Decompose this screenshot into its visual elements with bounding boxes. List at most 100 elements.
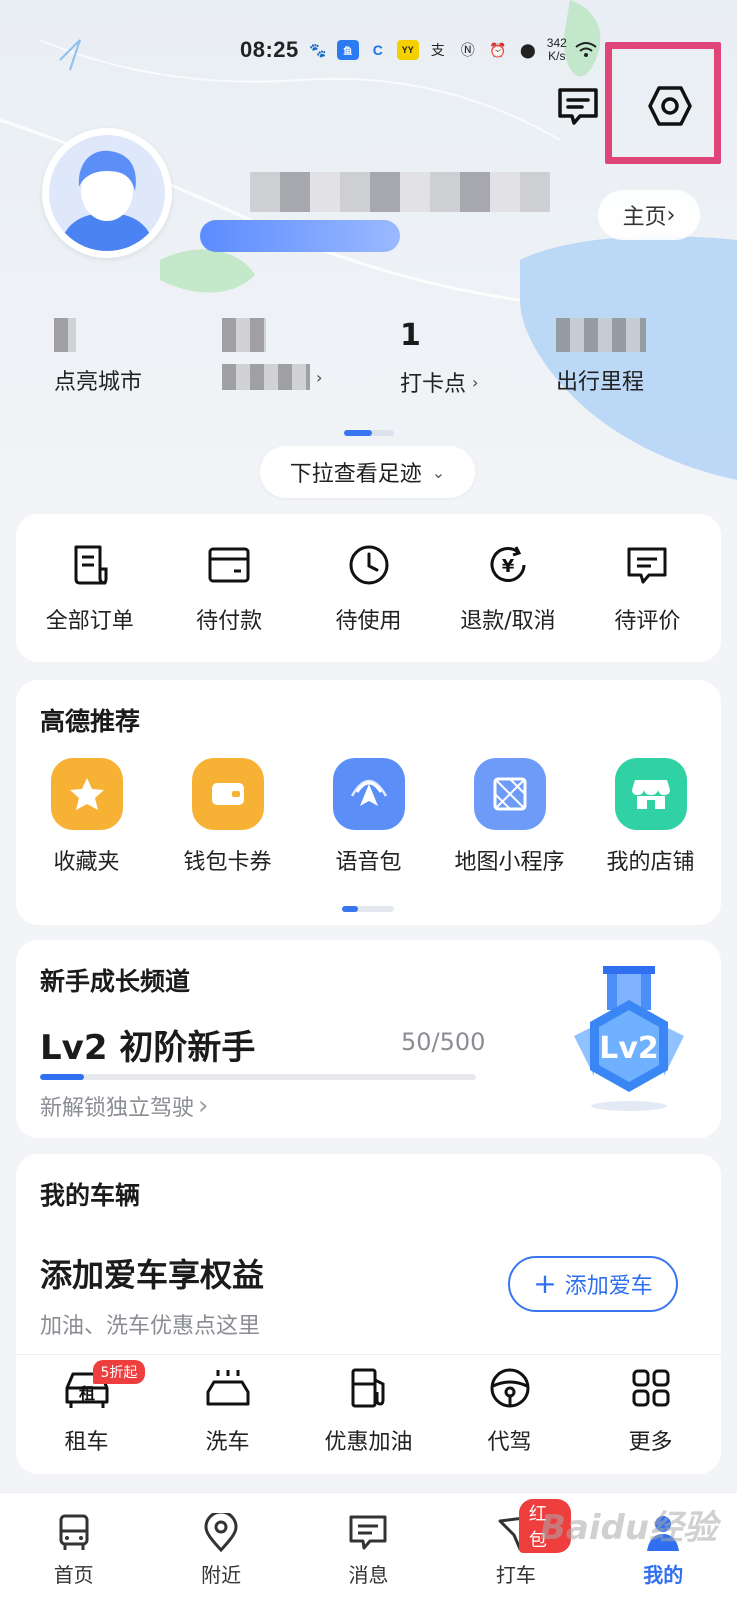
rec-label: 我的店铺 [606, 850, 695, 875]
order-refund[interactable]: ¥ 退款/取消 [438, 541, 577, 635]
nav-home[interactable]: 首页 [19, 1513, 129, 1588]
stat-mileage[interactable]: 出行里程 [556, 318, 716, 396]
rec-favorites[interactable]: 收藏夹 [17, 758, 157, 876]
mini-program-icon [473, 758, 546, 830]
order-label: 待评价 [614, 609, 681, 634]
rec-map-mini-program[interactable]: 地图小程序 [440, 758, 580, 876]
svg-text:租: 租 [78, 1384, 94, 1403]
order-pending-payment[interactable]: 待付款 [159, 541, 298, 635]
rec-voice-pack[interactable]: 语音包 [299, 758, 439, 876]
nav-nearby[interactable]: 附近 [166, 1513, 276, 1588]
stat-label: 打卡点 [400, 372, 467, 397]
order-list-icon [66, 541, 114, 589]
amap-recommend-card: 高德推荐 收藏夹 钱包卡券 语音包 地图小程序 我的店铺 [16, 680, 721, 925]
divider [16, 1354, 721, 1355]
nav-label: 附近 [201, 1563, 242, 1587]
level-progress-text: 50/500 [401, 1028, 486, 1056]
username-masked [250, 172, 550, 212]
service-label: 洗车 [205, 1430, 250, 1455]
header-pager [344, 430, 394, 436]
nav-label: 我的 [643, 1563, 684, 1587]
homepage-label: 主页 [622, 205, 667, 230]
user-level-badge[interactable] [200, 220, 400, 252]
clock-icon [345, 541, 393, 589]
stat-label: 出行里程 [556, 370, 645, 395]
stat-checkins[interactable]: 1 打卡点 › [400, 318, 560, 398]
unlock-label: 新解锁独立驾驶 [40, 1096, 195, 1121]
baidu-watermark: Baidu经验 [540, 1508, 718, 1548]
vehicle-headline: 添加爱车享权益 [40, 1256, 265, 1294]
service-rent-car[interactable]: 5折起 租 租车 [17, 1360, 157, 1456]
stat-label: 点亮城市 [54, 370, 143, 395]
service-fuel[interactable]: 优惠加油 [299, 1364, 439, 1456]
order-pending-review[interactable]: 待评价 [578, 541, 717, 635]
nav-label: 首页 [53, 1563, 94, 1587]
stat-masked[interactable]: › [222, 318, 382, 390]
message-icon [349, 1515, 387, 1550]
growth-channel-card[interactable]: 新手成长频道 Lv2 初阶新手 50/500 新解锁独立驾驶 › Lv2 [16, 940, 721, 1138]
stat-value-masked [556, 318, 646, 352]
level-title: Lv2 初阶新手 [40, 1028, 256, 1068]
wifi-icon [575, 39, 597, 61]
alipay-icon: 支 [430, 42, 445, 58]
chevron-right-icon: › [472, 372, 479, 392]
recommend-title: 高德推荐 [40, 707, 141, 736]
service-label: 更多 [628, 1430, 673, 1455]
fuel-icon [345, 1364, 393, 1412]
car-wash-icon [204, 1364, 252, 1412]
order-label: 退款/取消 [460, 609, 556, 634]
plus-icon: + [533, 1267, 557, 1300]
stat-value: 1 [400, 318, 421, 353]
status-time: 08:25 [240, 37, 299, 62]
stat-cities[interactable]: 点亮城市 [54, 318, 214, 396]
service-more[interactable]: 更多 [581, 1364, 721, 1456]
avatar[interactable] [42, 128, 172, 258]
message-icon [558, 88, 598, 125]
nav-messages[interactable]: 消息 [313, 1513, 423, 1588]
service-designated-driver[interactable]: 代驾 [440, 1364, 580, 1456]
message-center-button[interactable] [554, 82, 602, 130]
location-pin-icon [204, 1513, 238, 1553]
service-car-wash[interactable]: 洗车 [158, 1364, 298, 1456]
nfc-icon: Ⓝ [460, 42, 475, 58]
c-app-icon: C [372, 42, 383, 58]
settings-highlight-box [605, 42, 721, 164]
net-speed: 342 K/s [546, 36, 567, 63]
chevron-right-icon: › [198, 1091, 209, 1121]
avatar-image [49, 135, 165, 251]
service-label: 租车 [64, 1430, 109, 1455]
order-label: 全部订单 [45, 609, 134, 634]
vehicle-subtitle: 加油、洗车优惠点这里 [40, 1314, 261, 1339]
baidu-paw-icon: 🐾 [309, 41, 327, 58]
stat-value-masked [222, 318, 266, 352]
my-vehicle-card: 我的车辆 添加爱车享权益 加油、洗车优惠点这里 + 添加爱车 5折起 租 租车 … [16, 1154, 721, 1474]
xianyu-app-icon: 鱼 [336, 40, 359, 60]
service-label: 代驾 [487, 1430, 532, 1455]
stat-value-masked [54, 318, 76, 352]
medal-label: Lv2 [599, 1031, 659, 1066]
nav-label: 消息 [348, 1563, 389, 1587]
location-icon: ⬤ [519, 41, 536, 58]
add-car-button[interactable]: + 添加爱车 [508, 1256, 678, 1312]
svg-text:¥: ¥ [502, 556, 515, 577]
rec-label: 地图小程序 [454, 850, 565, 875]
service-label: 优惠加油 [324, 1430, 413, 1455]
rec-label: 钱包卡券 [183, 850, 272, 875]
order-all[interactable]: 全部订单 [20, 541, 159, 635]
yy-app-icon: YY [396, 40, 419, 60]
pulldown-footprint-button[interactable]: 下拉查看足迹 ⌄ [260, 446, 475, 498]
bus-icon [59, 1514, 89, 1550]
level-progress-bar [40, 1074, 476, 1080]
rec-wallet-cards[interactable]: 钱包卡券 [158, 758, 298, 876]
steering-wheel-icon [486, 1364, 534, 1412]
rec-label: 语音包 [335, 850, 402, 875]
nav-label: 打车 [495, 1563, 536, 1587]
rec-my-store[interactable]: 我的店铺 [581, 758, 721, 876]
homepage-button[interactable]: 主页 › [598, 190, 700, 240]
rec-label: 收藏夹 [53, 850, 120, 875]
order-label: 待使用 [335, 609, 402, 634]
growth-unlock-link[interactable]: 新解锁独立驾驶 › [40, 1090, 208, 1122]
order-pending-use[interactable]: 待使用 [299, 541, 438, 635]
stat-label-masked [222, 364, 310, 390]
vehicle-title: 我的车辆 [40, 1181, 141, 1210]
